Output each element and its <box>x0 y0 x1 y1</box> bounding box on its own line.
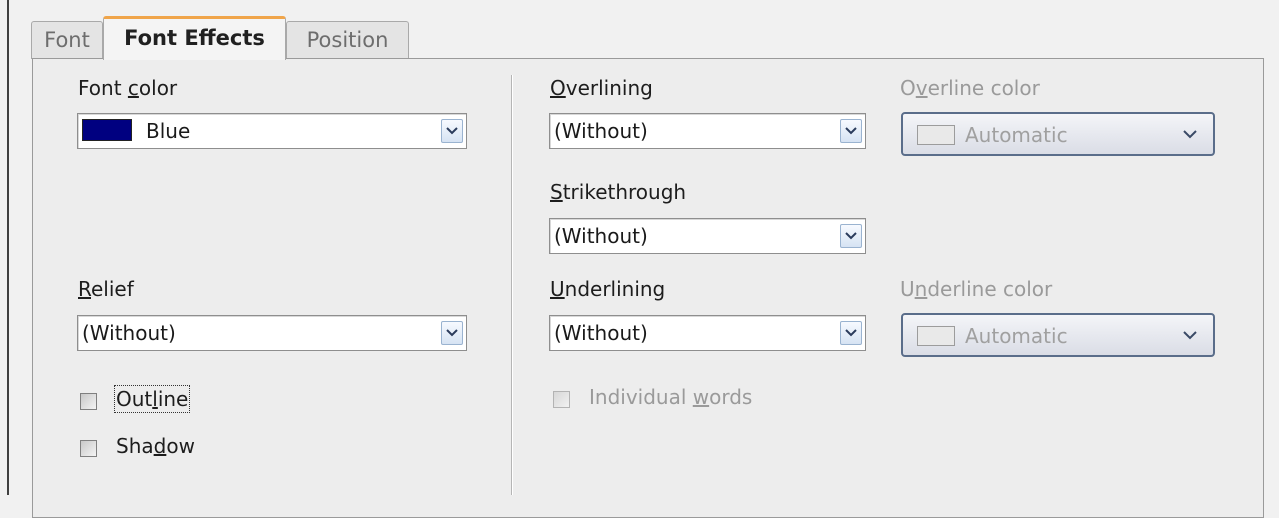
underline-color-value: Automatic <box>965 324 1068 348</box>
strikethrough-dropdown-button[interactable] <box>840 224 862 248</box>
overline-color-dropdown[interactable]: Automatic <box>901 112 1215 156</box>
underlining-value: (Without) <box>554 321 648 345</box>
underlining-dropdown[interactable]: (Without) <box>549 315 866 351</box>
relief-value: (Without) <box>82 321 176 345</box>
shadow-checkbox[interactable] <box>80 440 97 457</box>
font-color-label: Font color <box>78 76 178 100</box>
overline-color-value: Automatic <box>965 123 1068 147</box>
underline-color-label: Underline color <box>900 277 1053 301</box>
window-edge <box>7 0 9 495</box>
overlining-label: Overlining <box>550 76 653 100</box>
strikethrough-dropdown[interactable]: (Without) <box>549 218 866 254</box>
chevron-down-icon <box>446 329 458 337</box>
font-color-swatch <box>82 119 132 141</box>
outline-label[interactable]: Outline <box>113 385 191 413</box>
tab-font[interactable]: Font <box>31 21 103 59</box>
tab-position[interactable]: Position <box>286 21 409 59</box>
relief-label: Relief <box>78 277 134 301</box>
chevron-down-icon <box>446 127 458 135</box>
font-color-dropdown-button[interactable] <box>441 119 463 143</box>
chevron-down-icon <box>845 127 857 135</box>
tab-font-effects[interactable]: Font Effects <box>103 16 286 60</box>
chevron-down-icon <box>845 232 857 240</box>
chevron-down-icon <box>845 329 857 337</box>
chevron-down-icon <box>1183 130 1197 139</box>
overlining-dropdown-button[interactable] <box>840 119 862 143</box>
relief-dropdown-button[interactable] <box>441 321 463 345</box>
font-color-value: Blue <box>146 119 191 143</box>
font-color-dropdown[interactable]: Blue <box>77 113 467 149</box>
underline-color-swatch <box>917 326 955 346</box>
underlining-label: Underlining <box>550 277 666 301</box>
underline-color-dropdown[interactable]: Automatic <box>901 313 1215 357</box>
individual-words-label[interactable]: Individual words <box>589 385 752 409</box>
column-separator-highlight <box>512 75 513 495</box>
overlining-value: (Without) <box>554 119 648 143</box>
strikethrough-value: (Without) <box>554 224 648 248</box>
overline-color-label: Overline color <box>900 76 1040 100</box>
overlining-dropdown[interactable]: (Without) <box>549 113 866 149</box>
strikethrough-label: Strikethrough <box>550 180 687 204</box>
outline-checkbox[interactable] <box>80 393 97 410</box>
individual-words-checkbox[interactable] <box>553 391 570 408</box>
overline-color-swatch <box>917 125 955 145</box>
relief-dropdown[interactable]: (Without) <box>77 315 467 351</box>
shadow-label[interactable]: Shadow <box>116 434 195 458</box>
chevron-down-icon <box>1183 331 1197 340</box>
underlining-dropdown-button[interactable] <box>840 321 862 345</box>
